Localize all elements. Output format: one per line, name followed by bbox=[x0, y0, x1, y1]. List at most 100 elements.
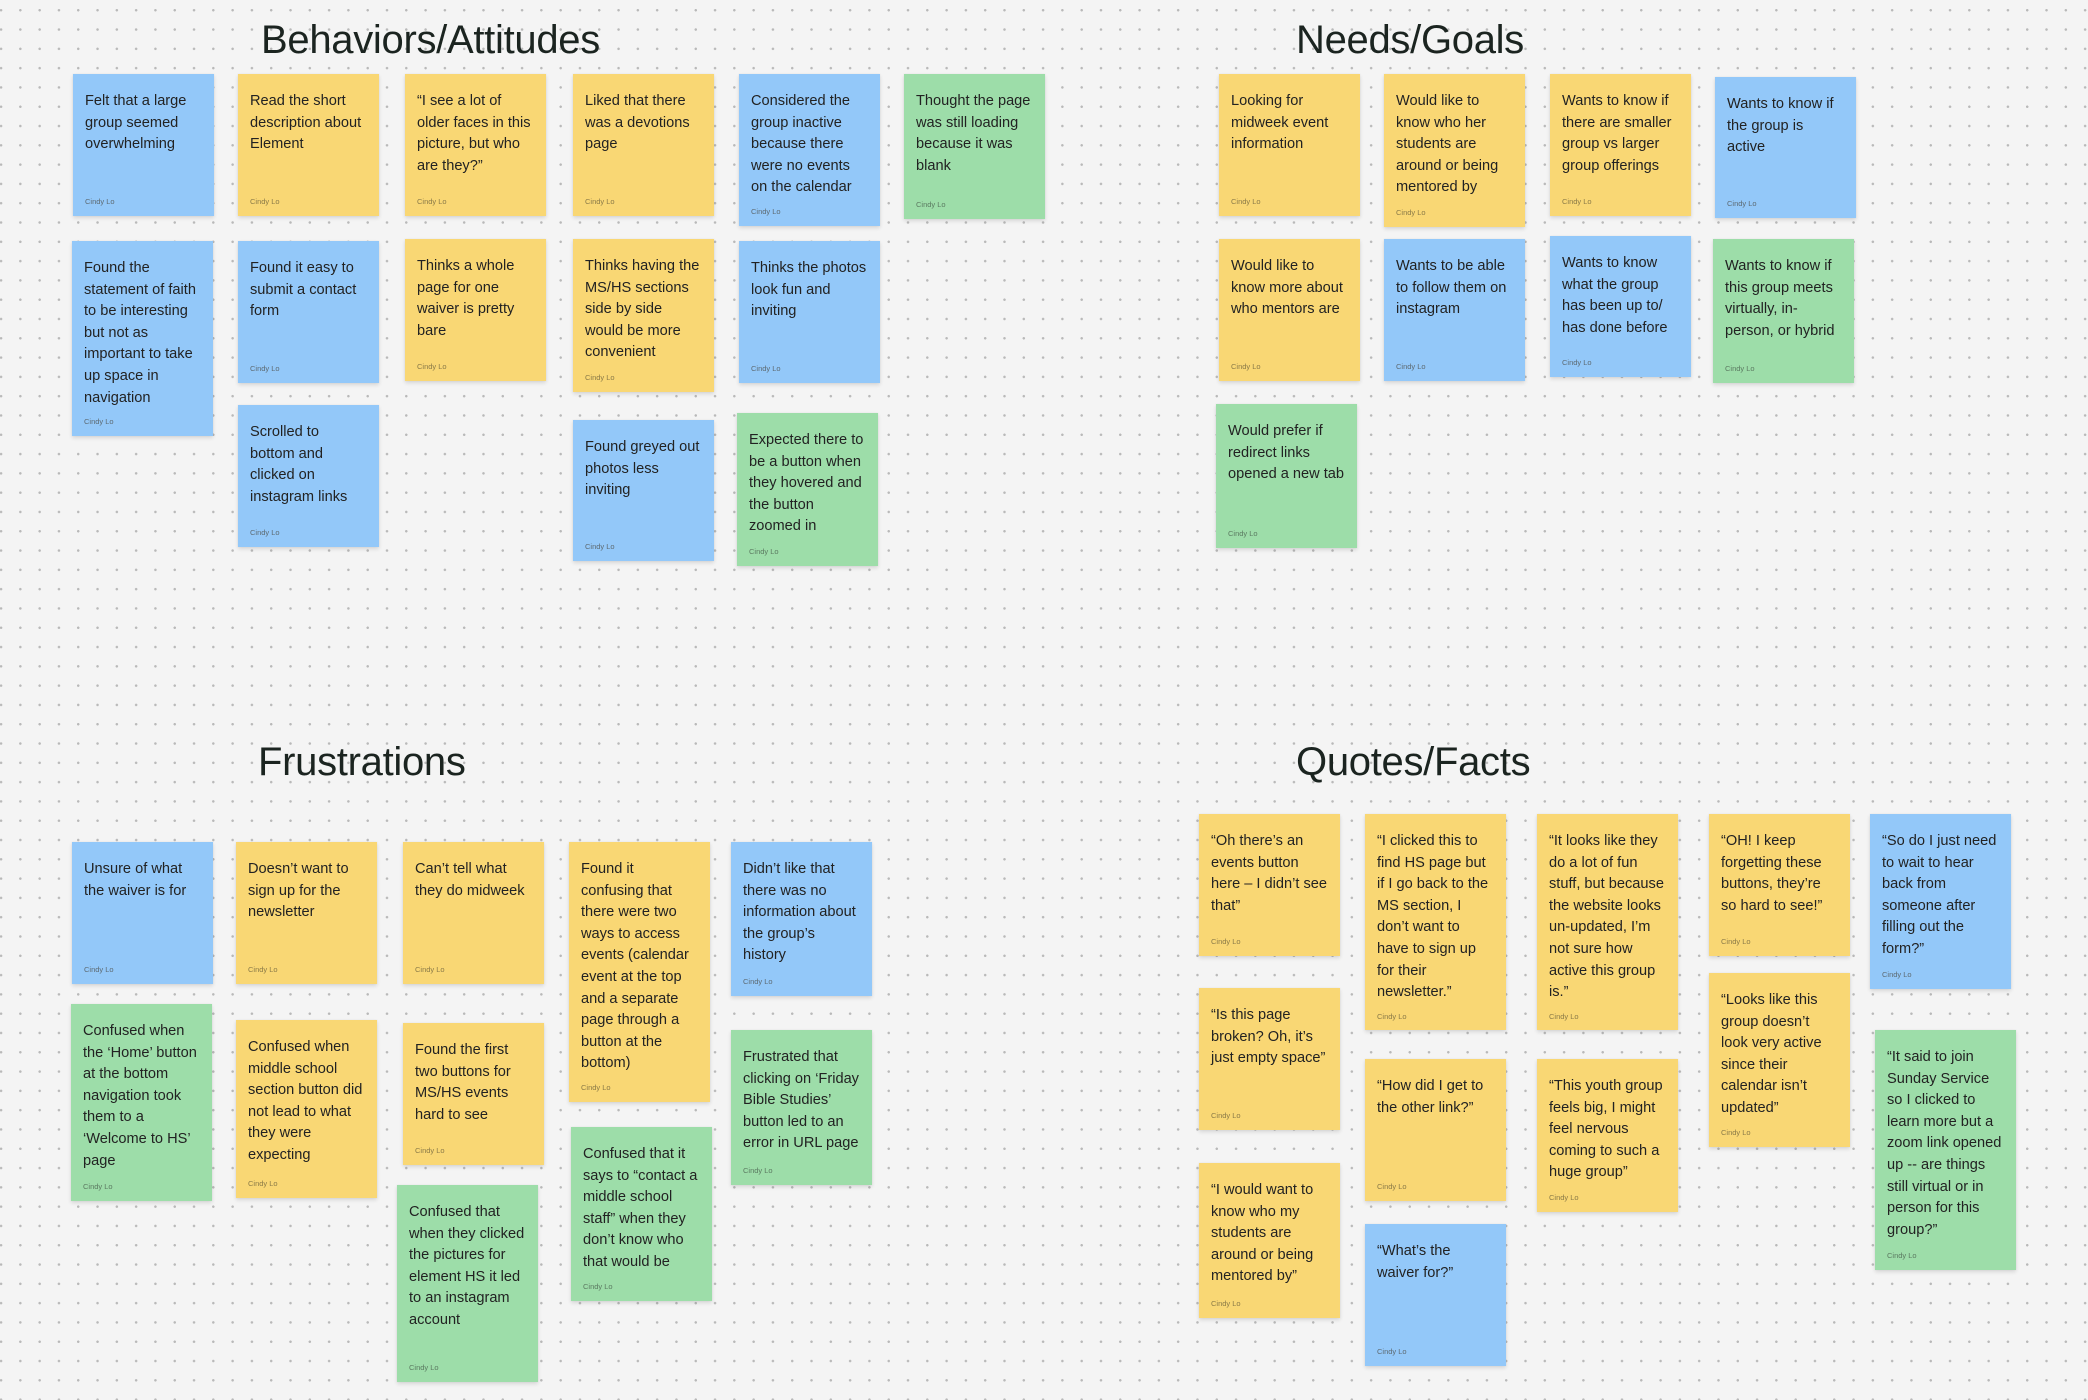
sticky-note-author: Cindy Lo bbox=[585, 373, 615, 382]
sticky-note[interactable]: Confused that it says to “contact a midd… bbox=[571, 1127, 712, 1301]
sticky-note[interactable]: Confused that when they clicked the pict… bbox=[397, 1185, 538, 1382]
sticky-note[interactable]: Found greyed out photos less inviting Cin… bbox=[573, 420, 714, 561]
sticky-note-text: Confused that it says to “contact a midd… bbox=[583, 1146, 698, 1270]
sticky-note[interactable]: Wants to know what the group has been up… bbox=[1550, 236, 1691, 377]
sticky-note-author: Cindy Lo bbox=[1211, 1111, 1241, 1120]
sticky-note[interactable]: Frustrated that clicking on ‘Friday Bibl… bbox=[731, 1030, 872, 1185]
sticky-note-text: Confused that when they clicked the pict… bbox=[409, 1204, 525, 1328]
sticky-note-text: Thinks a whole page for one waiver is pr… bbox=[417, 258, 515, 339]
sticky-note-text: Thinks having the MS/HS sections side by… bbox=[585, 258, 700, 361]
sticky-note-author: Cindy Lo bbox=[1377, 1011, 1407, 1021]
sticky-note[interactable]: Can’t tell what they do midweek Cindy Lo bbox=[403, 842, 544, 984]
sticky-note-text: Found the statement of faith to be inter… bbox=[84, 260, 196, 406]
sticky-note-author: Cindy Lo bbox=[250, 197, 280, 206]
sticky-note[interactable]: Expected there to be a button when they … bbox=[737, 413, 878, 566]
sticky-note-author: Cindy Lo bbox=[1231, 362, 1261, 371]
sticky-note[interactable]: “How did I get to the other link?” Cindy … bbox=[1365, 1059, 1506, 1201]
sticky-note[interactable]: Confused when the ‘Home’ button at the b… bbox=[71, 1004, 212, 1201]
sticky-note-author: Cindy Lo bbox=[1211, 1299, 1241, 1308]
sticky-note-author: Cindy Lo bbox=[415, 965, 445, 974]
sticky-note-author: Cindy Lo bbox=[1727, 199, 1757, 208]
sticky-note-author: Cindy Lo bbox=[409, 1363, 439, 1372]
sticky-note[interactable]: “Is this page broken? Oh, it’s just empt… bbox=[1199, 988, 1340, 1130]
sticky-note-text: Found the first two buttons for MS/HS ev… bbox=[415, 1042, 511, 1123]
sticky-note[interactable]: “I would want to know who my students ar… bbox=[1199, 1163, 1340, 1318]
sticky-note-author: Cindy Lo bbox=[1377, 1182, 1407, 1191]
sticky-note-text: Expected there to be a button when they … bbox=[749, 432, 864, 535]
sticky-note[interactable]: Found it easy to submit a contact form Ci… bbox=[238, 241, 379, 383]
sticky-note[interactable]: “It looks like they do a lot of fun stuf… bbox=[1537, 814, 1678, 1030]
sticky-note-text: “It said to join Sunday Service so I cli… bbox=[1887, 1049, 2002, 1238]
sticky-note[interactable]: Thought the page was still loading becau… bbox=[904, 74, 1045, 219]
sticky-note-author: Cindy Lo bbox=[1725, 364, 1755, 373]
sticky-note[interactable]: Thinks the photos look fun and inviting C… bbox=[739, 241, 880, 383]
sticky-note[interactable]: Felt that a large group seemed overwhelm… bbox=[73, 74, 214, 216]
sticky-note-author: Cindy Lo bbox=[85, 197, 115, 206]
sticky-note-text: Looking for midweek event information bbox=[1231, 93, 1329, 153]
sticky-note-author: Cindy Lo bbox=[248, 1179, 278, 1188]
sticky-note[interactable]: “Looks like this group doesn’t look very… bbox=[1709, 973, 1850, 1147]
sticky-note[interactable]: “Oh there’s an events button here – I di… bbox=[1199, 814, 1340, 956]
sticky-note[interactable]: “OH! I keep forgetting these buttons, th… bbox=[1709, 814, 1850, 956]
sticky-note[interactable]: Liked that there was a devotions page Cin… bbox=[573, 74, 714, 216]
sticky-note-text: “Looks like this group doesn’t look very… bbox=[1721, 992, 1822, 1116]
sticky-note-author: Cindy Lo bbox=[581, 1083, 611, 1092]
sticky-note[interactable]: “I see a lot of older faces in this pict… bbox=[405, 74, 546, 216]
sticky-note-text: Read the short description about Element bbox=[250, 93, 362, 153]
sticky-note[interactable]: Unsure of what the waiver is for Cindy Lo bbox=[72, 842, 213, 984]
sticky-note-text: “It looks like they do a lot of fun stuf… bbox=[1549, 833, 1664, 1001]
sticky-note[interactable]: Thinks a whole page for one waiver is pr… bbox=[405, 239, 546, 381]
sticky-note-text: Found it easy to submit a contact form bbox=[250, 260, 357, 320]
sticky-note-author: Cindy Lo bbox=[583, 1282, 613, 1291]
sticky-note[interactable]: Would prefer if redirect links opened a … bbox=[1216, 404, 1357, 548]
sticky-note[interactable]: “So do I just need to wait to hear back … bbox=[1870, 814, 2011, 989]
sticky-note[interactable]: Found it confusing that there were two w… bbox=[569, 842, 710, 1102]
sticky-note-text: Wants to be able to follow them on insta… bbox=[1396, 258, 1507, 318]
sticky-note-author: Cindy Lo bbox=[250, 364, 280, 373]
sticky-note[interactable]: Considered the group inactive because th… bbox=[739, 74, 880, 226]
sticky-note[interactable]: Wants to know if the group is active Cind… bbox=[1715, 77, 1856, 218]
sticky-note[interactable]: Found the first two buttons for MS/HS ev… bbox=[403, 1023, 544, 1165]
sticky-note-text: Scrolled to bottom and clicked on instag… bbox=[250, 424, 348, 505]
sticky-note[interactable]: Found the statement of faith to be inter… bbox=[72, 241, 213, 436]
sticky-note[interactable]: Doesn’t want to sign up for the newslett… bbox=[236, 842, 377, 984]
sticky-note-author: Cindy Lo bbox=[1562, 197, 1592, 206]
section-title-behaviors: Behaviors/Attitudes bbox=[261, 18, 600, 62]
sticky-note-text: “Oh there’s an events button here – I di… bbox=[1211, 833, 1328, 914]
sticky-note-text: Thought the page was still loading becau… bbox=[916, 93, 1031, 174]
sticky-note[interactable]: Wants to be able to follow them on insta… bbox=[1384, 239, 1525, 381]
sticky-note[interactable]: Wants to know if there are smaller group… bbox=[1550, 74, 1691, 216]
sticky-note-author: Cindy Lo bbox=[1882, 970, 1912, 979]
sticky-note-author: Cindy Lo bbox=[1887, 1251, 1917, 1260]
sticky-note-author: Cindy Lo bbox=[585, 542, 615, 551]
sticky-note[interactable]: Wants to know if this group meets virtua… bbox=[1713, 239, 1854, 383]
sticky-note[interactable]: Thinks having the MS/HS sections side by… bbox=[573, 239, 714, 392]
sticky-note-text: Wants to know if this group meets virtua… bbox=[1725, 258, 1835, 339]
sticky-note-text: Would prefer if redirect links opened a … bbox=[1228, 423, 1345, 483]
sticky-note[interactable]: Scrolled to bottom and clicked on instag… bbox=[238, 405, 379, 547]
sticky-note-author: Cindy Lo bbox=[585, 197, 615, 206]
sticky-note-text: Found it confusing that there were two w… bbox=[581, 861, 689, 1072]
sticky-note[interactable]: Didn’t like that there was no informatio… bbox=[731, 842, 872, 996]
sticky-note-text: “How did I get to the other link?” bbox=[1377, 1078, 1484, 1116]
sticky-note[interactable]: Would like to know more about who mentor… bbox=[1219, 239, 1360, 381]
sticky-note[interactable]: Looking for midweek event information Cin… bbox=[1219, 74, 1360, 216]
sticky-note-text: Confused when the ‘Home’ button at the b… bbox=[83, 1023, 197, 1169]
sticky-note[interactable]: Read the short description about Element… bbox=[238, 74, 379, 216]
sticky-note-author: Cindy Lo bbox=[751, 364, 781, 373]
sticky-note-text: Frustrated that clicking on ‘Friday Bibl… bbox=[743, 1049, 859, 1152]
sticky-note[interactable]: “I clicked this to find HS page but if I… bbox=[1365, 814, 1506, 1030]
sticky-note-text: “What’s the waiver for?” bbox=[1377, 1243, 1454, 1281]
sticky-note[interactable]: Confused when middle school section butt… bbox=[236, 1020, 377, 1198]
sticky-note-author: Cindy Lo bbox=[248, 965, 278, 974]
sticky-note[interactable]: Would like to know who her students are … bbox=[1384, 74, 1525, 227]
sticky-note-author: Cindy Lo bbox=[1211, 937, 1241, 946]
section-title-needs: Needs/Goals bbox=[1296, 18, 1524, 62]
sticky-note-author: Cindy Lo bbox=[1396, 362, 1426, 371]
sticky-note-author: Cindy Lo bbox=[83, 1182, 113, 1191]
sticky-note[interactable]: “What’s the waiver for?” Cindy Lo bbox=[1365, 1224, 1506, 1366]
section-title-frustrations: Frustrations bbox=[258, 740, 466, 784]
sticky-note[interactable]: “This youth group feels big, I might fee… bbox=[1537, 1059, 1678, 1212]
sticky-note-author: Cindy Lo bbox=[1721, 937, 1751, 946]
sticky-note[interactable]: “It said to join Sunday Service so I cli… bbox=[1875, 1030, 2016, 1270]
